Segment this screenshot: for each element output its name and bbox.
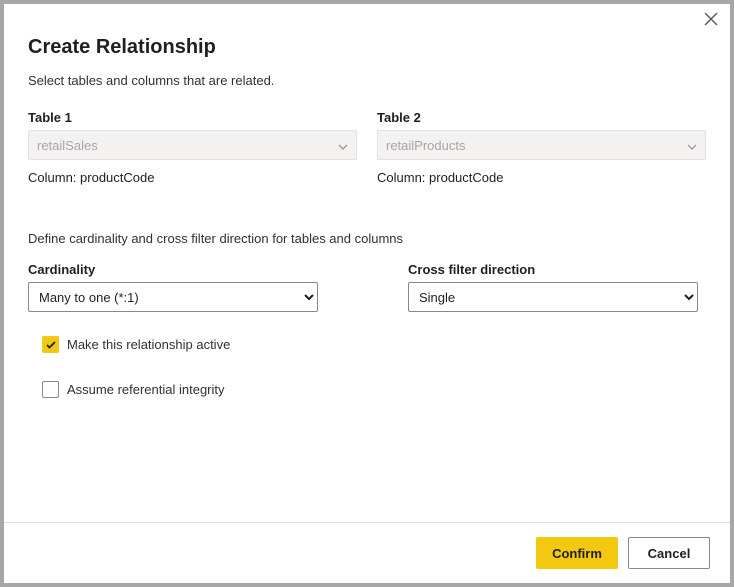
table2-column-line: Column: productCode (377, 170, 706, 185)
table1-label: Table 1 (28, 110, 357, 125)
table2-select[interactable]: retailProducts (377, 130, 706, 160)
table1-select[interactable]: retailSales (28, 130, 357, 160)
dialog-title: Create Relationship (28, 36, 706, 59)
check-ref-label: Assume referential integrity (67, 382, 225, 397)
close-button[interactable] (702, 12, 720, 30)
cardinality-col: Cardinality Many to one (*:1) (28, 262, 318, 312)
table2-column-prefix: Column: (377, 170, 429, 185)
dialog-footer: Confirm Cancel (4, 522, 730, 583)
check-ref-row: Assume referential integrity (42, 381, 706, 398)
dialog-subtitle: Select tables and columns that are relat… (28, 73, 706, 88)
crossfilter-select[interactable]: Single (408, 282, 698, 312)
check-ref-box[interactable] (42, 381, 59, 398)
table1-column-line: Column: productCode (28, 170, 357, 185)
checkmark-icon (45, 339, 57, 351)
table2-label: Table 2 (377, 110, 706, 125)
chevron-down-icon (338, 138, 348, 153)
tables-row: Table 1 retailSales Column: productCode … (28, 110, 706, 185)
table2-col: Table 2 retailProducts Column: productCo… (377, 110, 706, 185)
check-active-label: Make this relationship active (67, 337, 230, 352)
cardinality-row: Cardinality Many to one (*:1) Cross filt… (28, 262, 706, 312)
cardinality-select[interactable]: Many to one (*:1) (28, 282, 318, 312)
table2-value: retailProducts (386, 138, 465, 153)
table1-value: retailSales (37, 138, 98, 153)
check-active-row: Make this relationship active (42, 336, 706, 353)
dialog-body: Create Relationship Select tables and co… (4, 4, 730, 522)
table2-column-value: productCode (429, 170, 503, 185)
section2-text: Define cardinality and cross filter dire… (28, 231, 706, 246)
close-icon (704, 12, 718, 26)
cardinality-label: Cardinality (28, 262, 318, 277)
confirm-button[interactable]: Confirm (536, 537, 618, 569)
table1-col: Table 1 retailSales Column: productCode (28, 110, 357, 185)
chevron-down-icon (687, 138, 697, 153)
check-active-box[interactable] (42, 336, 59, 353)
crossfilter-col: Cross filter direction Single (408, 262, 698, 312)
dialog-frame: Create Relationship Select tables and co… (0, 0, 734, 587)
table1-column-value: productCode (80, 170, 154, 185)
table1-column-prefix: Column: (28, 170, 80, 185)
cancel-button[interactable]: Cancel (628, 537, 710, 569)
crossfilter-label: Cross filter direction (408, 262, 698, 277)
